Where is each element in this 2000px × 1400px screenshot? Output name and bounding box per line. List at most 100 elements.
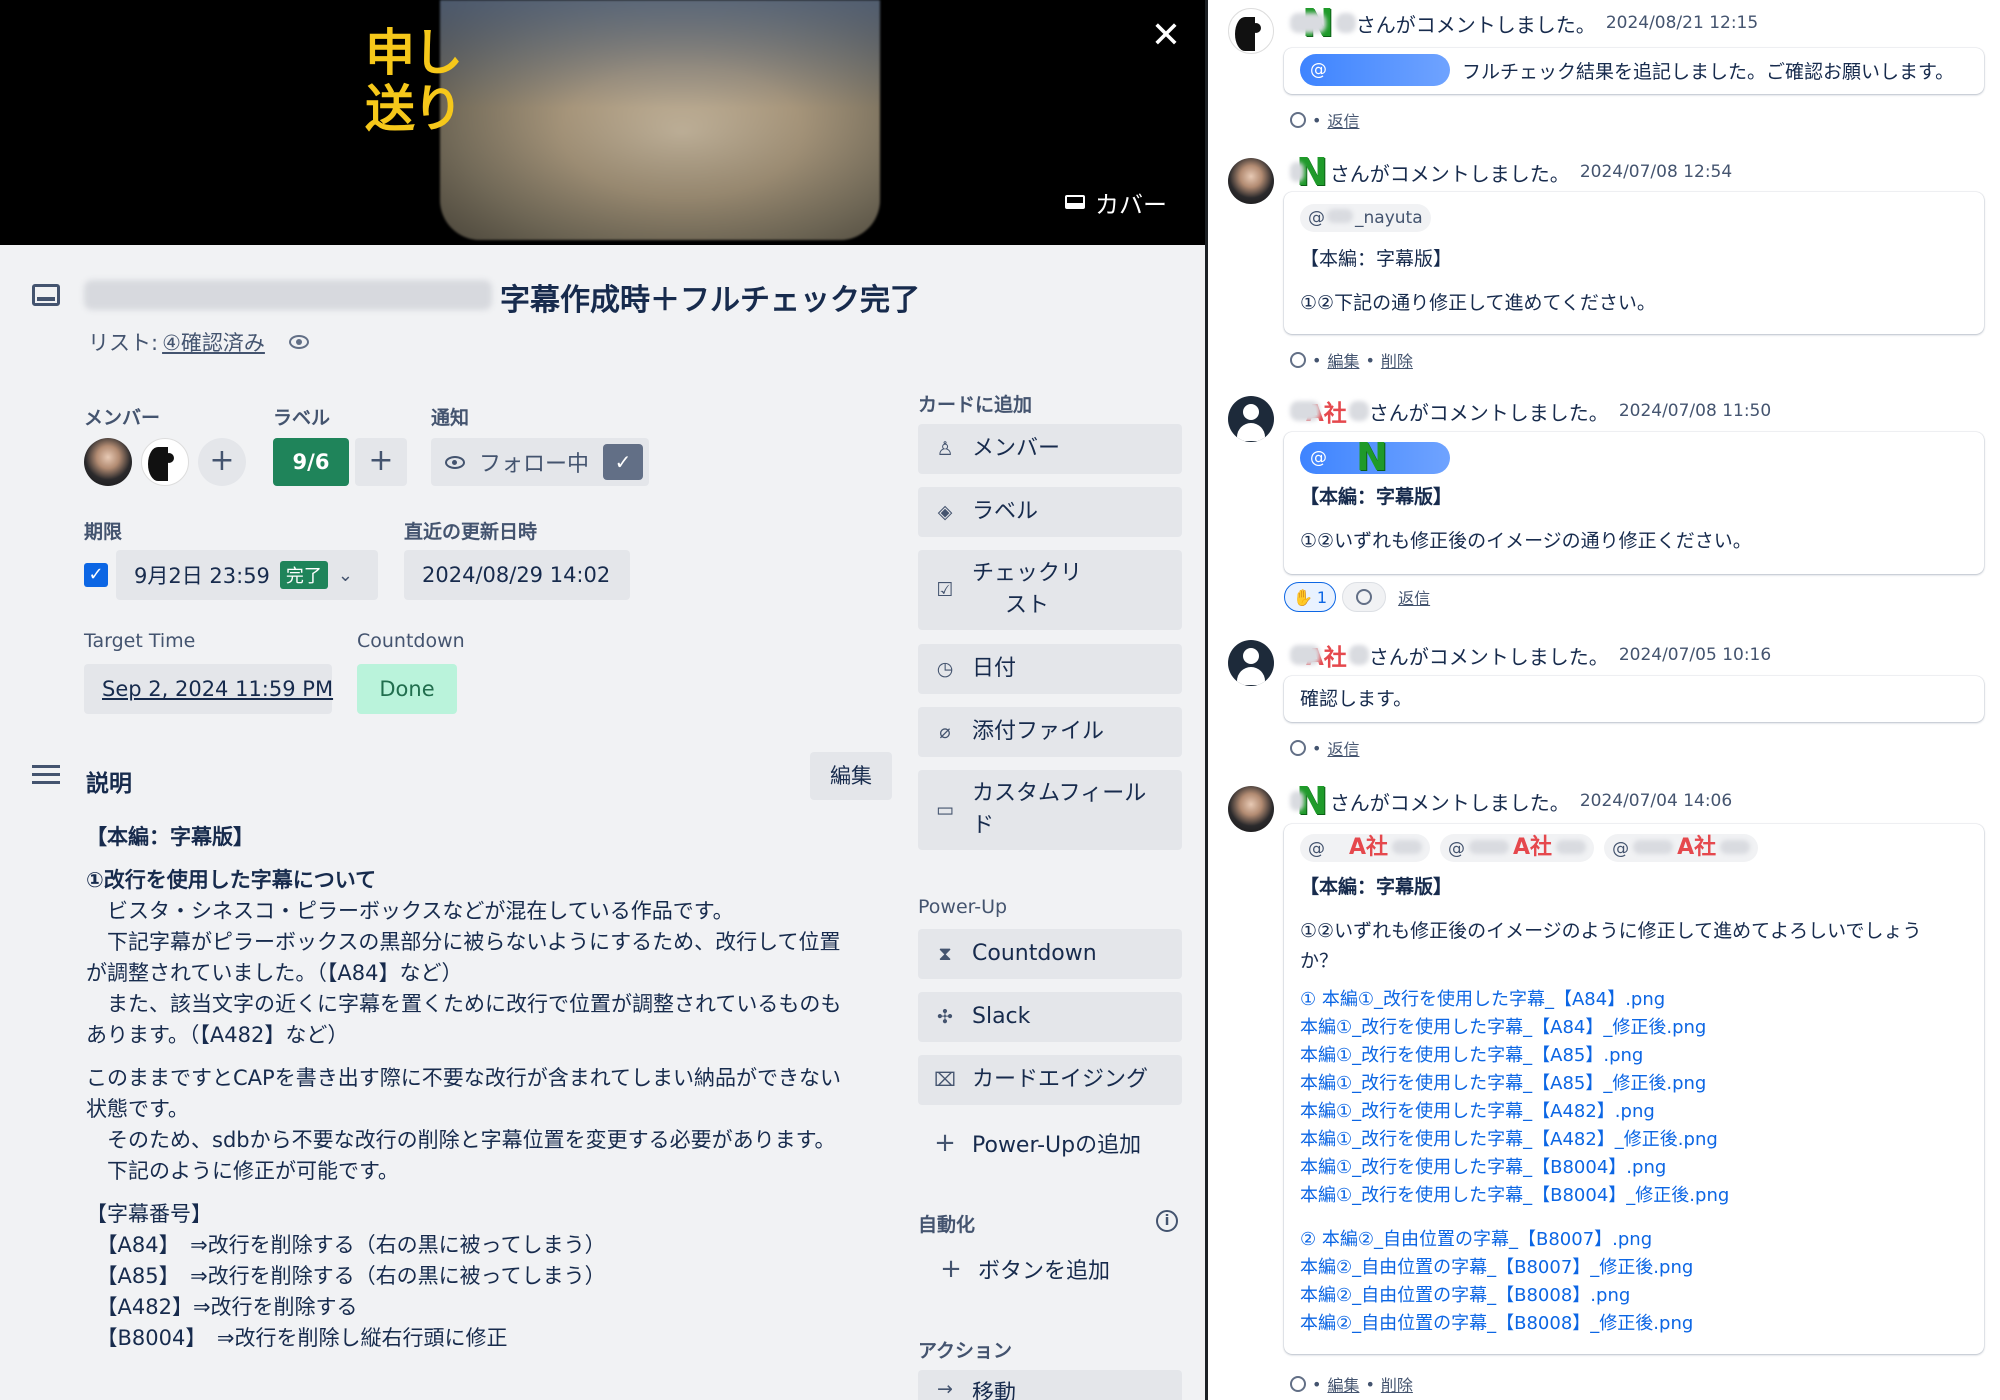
activity-panel: N さんがコメントしました。 2024/08/21 12:15 @ フルチェック… xyxy=(1208,0,2000,1400)
add-powerup-button[interactable]: + Power-Upの追加 xyxy=(918,1118,1182,1168)
mention-chip[interactable]: @ xyxy=(1300,54,1450,86)
due-complete-badge: 完了 xyxy=(279,561,328,589)
add-reaction-icon[interactable] xyxy=(1290,740,1306,756)
attachment-link[interactable]: 本編②_自由位置の字幕_【B8008】_修正後.png xyxy=(1300,1310,1968,1338)
delete-link[interactable]: 削除 xyxy=(1381,348,1413,372)
member-avatar[interactable] xyxy=(141,438,189,486)
chevron-down-icon: ⌄ xyxy=(337,564,354,586)
mention-chip[interactable]: @ N xyxy=(1300,438,1450,476)
follow-button[interactable]: フォロー中 ✓ xyxy=(431,438,649,486)
due-complete-checkbox[interactable]: ✓ xyxy=(84,563,108,587)
reply-link[interactable]: 返信 xyxy=(1327,736,1359,760)
attachment-link[interactable]: 本編①_改行を使用した字幕_【B8004】_修正後.png xyxy=(1300,1182,1968,1210)
label-chip[interactable]: 9/6 xyxy=(273,438,349,486)
watch-eye-icon[interactable] xyxy=(288,335,309,349)
sidebar-date-button[interactable]: ◷ 日付 xyxy=(918,644,1182,694)
mention-chip[interactable]: @ _nayuta xyxy=(1300,203,1431,232)
edit-description-button[interactable]: 編集 xyxy=(810,752,892,800)
add-to-card-label: カードに追加 xyxy=(918,394,1033,416)
desc-line: 【A85】 ⇒改行を削除する（右の黒に被ってしまう） xyxy=(86,1264,606,1288)
close-icon[interactable]: ✕ xyxy=(1148,18,1184,54)
attachment-link[interactable]: ① 本編①_改行を使用した字幕_【A84】.png xyxy=(1300,986,1968,1014)
add-reaction-icon[interactable] xyxy=(1290,112,1306,128)
labels-label: ラベル xyxy=(273,407,331,429)
desc-line: 状態です。 xyxy=(86,1097,189,1121)
add-member-button[interactable]: + xyxy=(198,438,246,486)
attachment-link[interactable]: 本編①_改行を使用した字幕_【A85】.png xyxy=(1300,1042,1968,1070)
mention-chip[interactable]: @ A社 xyxy=(1440,834,1595,862)
add-button-button[interactable]: + ボタンを追加 xyxy=(918,1244,1182,1294)
list-info: リスト: ④確認済み xyxy=(88,327,309,357)
comment-time[interactable]: 2024/07/05 10:16 xyxy=(1619,645,1771,665)
target-time-value[interactable]: Sep 2, 2024 11:59 PM xyxy=(84,664,333,714)
add-reaction-icon[interactable] xyxy=(1290,352,1306,368)
reply-link[interactable]: 返信 xyxy=(1327,108,1359,132)
attachment-link[interactable]: 本編①_改行を使用した字幕_【B8004】.png xyxy=(1300,1154,1968,1182)
sidebar-slack-button[interactable]: ✣ Slack xyxy=(918,992,1182,1042)
comment-box: 確認します。 xyxy=(1284,676,1984,722)
member-avatar[interactable] xyxy=(84,438,132,486)
notify-label: 通知 xyxy=(431,407,470,429)
comment-actions: • 返信 xyxy=(1290,736,1359,760)
attachment-link[interactable]: 本編②_自由位置の字幕_【B8008】.png xyxy=(1300,1282,1968,1310)
due-date-button[interactable]: 9月2日 23:59 完了 ⌄ xyxy=(116,550,378,600)
sidebar-card-aging-button[interactable]: ⌧ カードエイジング xyxy=(918,1055,1182,1105)
follow-button-label: フォロー中 xyxy=(479,452,590,477)
description-body[interactable]: 【本編：字幕版】 ①改行を使用した字幕について ビスタ・シネスコ・ピラーボックス… xyxy=(86,822,886,1354)
attachment-link[interactable]: ② 本編②_自由位置の字幕_【B8007】.png xyxy=(1300,1226,1968,1254)
attachment-list: ① 本編①_改行を使用した字幕_【A84】.png 本編①_改行を使用した字幕_… xyxy=(1300,986,1968,1210)
sidebar-custom-field-button[interactable]: ▭ カスタムフィール ド xyxy=(918,770,1182,850)
comment-text: 【本編：字幕版】 xyxy=(1300,486,1453,508)
comment-avatar[interactable] xyxy=(1228,640,1274,686)
comment-time[interactable]: 2024/07/04 14:06 xyxy=(1580,791,1732,811)
sidebar-checklist-button[interactable]: ☑ チェックリ スト xyxy=(918,550,1182,630)
comment-time[interactable]: 2024/07/08 11:50 xyxy=(1619,401,1771,421)
attachment-link[interactable]: 本編①_改行を使用した字幕_【A482】.png xyxy=(1300,1098,1968,1126)
mention-chip[interactable]: @ A社 xyxy=(1300,834,1431,862)
delete-link[interactable]: 削除 xyxy=(1381,1372,1413,1396)
reaction-chip[interactable]: ✋ 1 xyxy=(1284,582,1337,612)
attachment-link[interactable]: 本編①_改行を使用した字幕_【A85】_修正後.png xyxy=(1300,1070,1968,1098)
attachment-link[interactable]: 本編①_改行を使用した字幕_【A84】_修正後.png xyxy=(1300,1014,1968,1042)
add-reaction-button[interactable] xyxy=(1342,582,1387,612)
comment-avatar[interactable] xyxy=(1228,786,1274,832)
sidebar-attachment-label: 添付ファイル xyxy=(972,719,1105,744)
reply-link[interactable]: 返信 xyxy=(1398,585,1430,609)
cover-image xyxy=(440,0,880,240)
sidebar-attachment-button[interactable]: ⌀ 添付ファイル xyxy=(918,707,1182,757)
desc-line: ①改行を使用した字幕について xyxy=(86,868,377,892)
sidebar-member-button[interactable]: ♙ メンバー xyxy=(918,424,1182,474)
add-reaction-icon[interactable] xyxy=(1290,1376,1306,1392)
comment-avatar[interactable] xyxy=(1228,8,1274,54)
sidebar-label-button[interactable]: ◈ ラベル xyxy=(918,487,1182,537)
attachment-link[interactable]: 本編①_改行を使用した字幕_【A482】_修正後.png xyxy=(1300,1126,1968,1154)
info-icon[interactable]: i xyxy=(1156,1210,1178,1232)
cover-button[interactable]: カバー xyxy=(1065,186,1167,219)
comment-avatar[interactable] xyxy=(1228,158,1274,204)
card-title[interactable]: 字幕作成時＋フルチェック完了 xyxy=(500,275,920,319)
blurred-name xyxy=(1290,791,1304,811)
updated-label: 直近の更新日時 xyxy=(404,521,538,543)
comment-time[interactable]: 2024/08/21 12:15 xyxy=(1606,13,1758,33)
card-cover: 申し 送り ✕ カバー xyxy=(0,0,1205,245)
edit-link[interactable]: 編集 xyxy=(1327,348,1359,372)
comment-time[interactable]: 2024/07/08 12:54 xyxy=(1580,162,1732,182)
check-icon: ✓ xyxy=(603,444,643,480)
attachment-link[interactable]: 本編②_自由位置の字幕_【B8007】_修正後.png xyxy=(1300,1254,1968,1282)
desc-line: そのため、sdbから不要な改行の削除と字幕位置を変更する必要があります。 xyxy=(86,1128,836,1152)
list-link[interactable]: ④確認済み xyxy=(162,327,265,357)
desc-line: 下記のように修正が可能です。 xyxy=(86,1159,399,1183)
mention-chip[interactable]: @ A社 xyxy=(1604,834,1759,862)
slack-icon: ✣ xyxy=(937,1006,953,1028)
automation-label: 自動化 xyxy=(918,1214,976,1236)
comment-avatar[interactable] xyxy=(1228,396,1274,442)
comment-text: 確認します。 xyxy=(1300,688,1413,710)
comment-box: @ N 【本編：字幕版】 ①②いずれも修正後のイメージの通り修正ください。 xyxy=(1284,432,1984,574)
sidebar-card-aging-label: カードエイジング xyxy=(972,1067,1149,1092)
sidebar-countdown-button[interactable]: ⧗ Countdown xyxy=(918,929,1182,979)
edit-link[interactable]: 編集 xyxy=(1327,1372,1359,1396)
add-label-button[interactable]: + xyxy=(355,438,407,486)
sidebar-move-button[interactable]: → 移動 xyxy=(918,1370,1182,1400)
cover-stamp-text: 申し 送り xyxy=(365,24,463,138)
desc-line: 【A84】 ⇒改行を削除する（右の黒に被ってしまう） xyxy=(86,1233,606,1257)
